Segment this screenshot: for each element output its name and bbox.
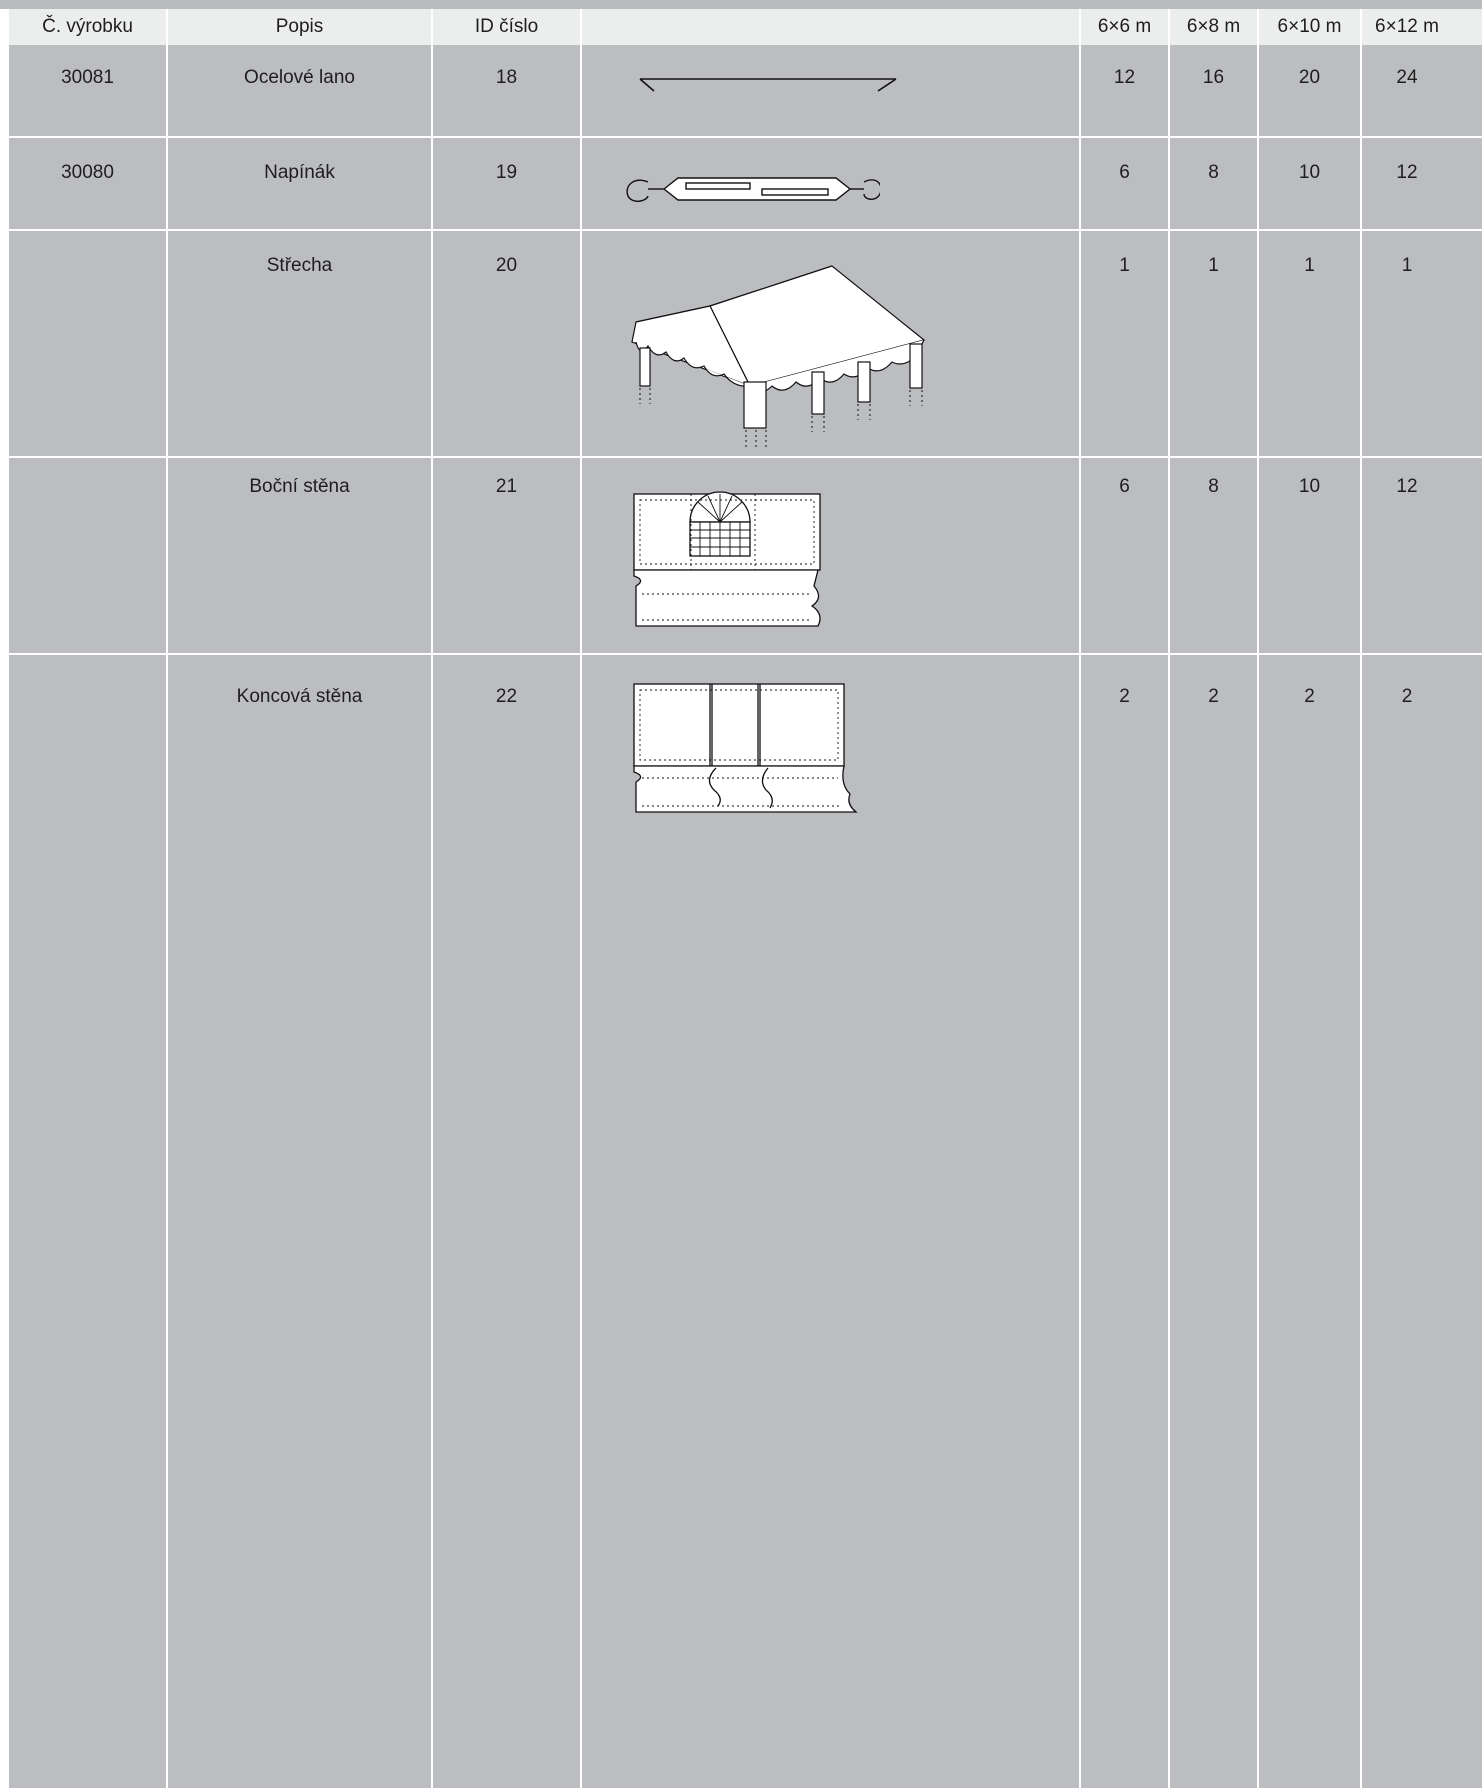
description-cell: Napínák — [264, 162, 335, 183]
id-cell: 18 — [495, 67, 518, 88]
qty-6x12-cell: 12 — [1396, 476, 1418, 497]
header-image — [582, 9, 1079, 45]
qty-6x6-cell: 6 — [1119, 476, 1130, 497]
id-cell: 22 — [495, 686, 518, 707]
description-cell: Boční stěna — [249, 476, 350, 497]
row-divider — [9, 456, 1482, 458]
row-divider — [9, 653, 1482, 655]
side-wall-icon — [633, 491, 821, 627]
qty-6x10-cell: 2 — [1304, 686, 1315, 707]
row-divider — [9, 136, 1482, 138]
qty-6x8-cell: 8 — [1208, 476, 1219, 497]
description-cell: Koncová stěna — [236, 686, 363, 707]
qty-6x10-cell: 10 — [1298, 476, 1321, 497]
header-6x10: 6×10 m — [1277, 16, 1342, 37]
qty-6x6-cell: 2 — [1119, 686, 1130, 707]
header-id: ID číslo — [474, 16, 539, 37]
qty-6x12-cell: 24 — [1396, 67, 1418, 88]
qty-6x8-cell: 16 — [1202, 67, 1225, 88]
description-cell: Ocelové lano — [244, 67, 355, 88]
qty-6x6-cell: 6 — [1119, 162, 1130, 183]
header-6x12: 6×12 m — [1375, 16, 1439, 37]
end-wall-icon — [633, 683, 858, 813]
product-no-cell: 30081 — [61, 67, 114, 88]
qty-6x10-cell: 10 — [1298, 162, 1321, 183]
qty-6x10-cell: 1 — [1304, 255, 1315, 276]
header-product-no: Č. výrobku — [42, 16, 133, 37]
qty-6x12-cell: 1 — [1401, 255, 1413, 276]
qty-6x6-cell: 12 — [1113, 67, 1136, 88]
header-description: Popis — [275, 16, 324, 37]
header-6x8: 6×8 m — [1186, 16, 1241, 37]
qty-6x8-cell: 8 — [1208, 162, 1219, 183]
id-cell: 20 — [495, 255, 518, 276]
qty-6x12-cell: 12 — [1396, 162, 1418, 183]
id-cell: 21 — [495, 476, 518, 497]
row-divider — [9, 229, 1482, 231]
qty-6x10-cell: 20 — [1298, 67, 1321, 88]
description-cell: Střecha — [266, 255, 333, 276]
steel-cable-icon — [639, 78, 897, 92]
qty-6x8-cell: 1 — [1208, 255, 1219, 276]
top-strip — [0, 0, 1482, 9]
qty-6x6-cell: 1 — [1119, 255, 1130, 276]
qty-6x8-cell: 2 — [1208, 686, 1219, 707]
turnbuckle-icon — [626, 177, 880, 202]
id-cell: 19 — [495, 162, 518, 183]
column-divider — [580, 9, 582, 1788]
product-no-cell: 30080 — [61, 162, 114, 183]
header-6x6: 6×6 m — [1097, 16, 1152, 37]
tent-roof-icon — [631, 265, 926, 448]
qty-6x12-cell: 2 — [1401, 686, 1413, 707]
